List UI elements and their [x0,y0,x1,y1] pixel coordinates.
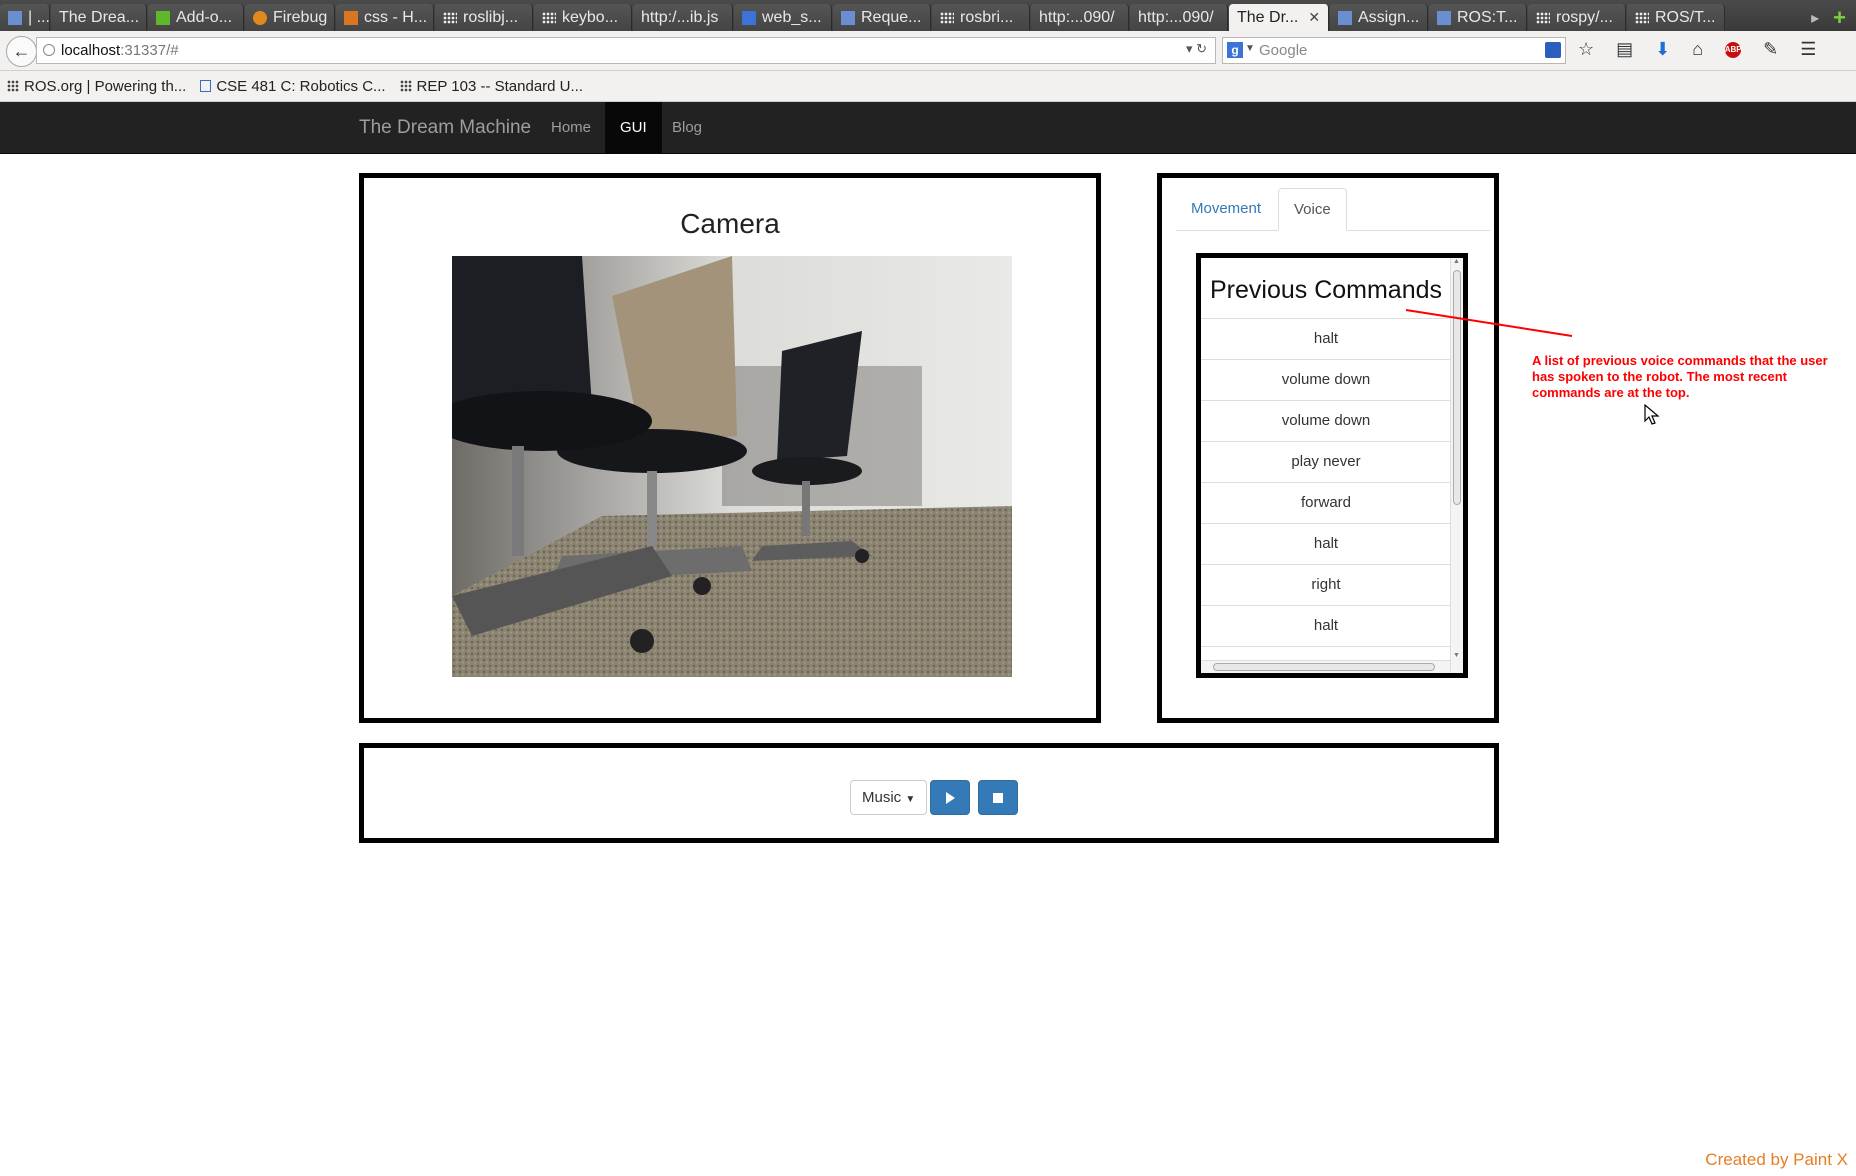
caret-down-icon: ▼ [905,794,916,805]
music-dropdown-button[interactable]: Music ▼ [850,780,928,815]
annotation-arrow [1405,309,1573,337]
credit-text: Created by Paint X [1705,1150,1848,1169]
play-icon [946,791,955,804]
play-button[interactable] [930,780,970,815]
mouse-cursor-icon [1644,404,1660,425]
media-panel: Music ▼ [359,743,1499,843]
annotation-text: A list of previous voice commands that t… [1532,353,1828,400]
stop-icon [993,792,1003,803]
music-label: Music [862,789,902,806]
stop-button[interactable] [978,780,1018,815]
